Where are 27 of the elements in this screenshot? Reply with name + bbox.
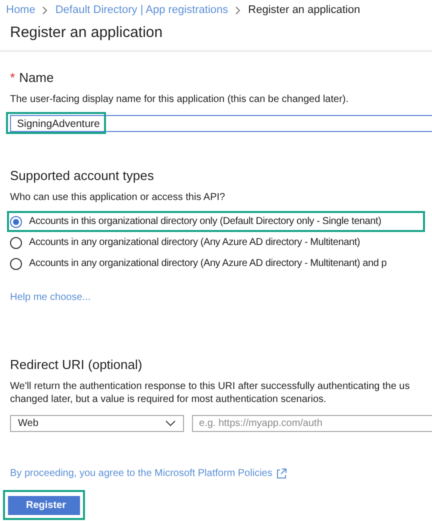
chevron-down-icon [165, 420, 176, 427]
breadcrumb-link[interactable]: Home [6, 4, 36, 16]
name-input-field[interactable]: SigningAdventure [10, 115, 432, 132]
field-description: The user-facing display name for this application (this can be changed later). [10, 94, 350, 105]
redirect-uri-field[interactable]: e.g. https://myapp.com/auth [192, 415, 432, 432]
policy-link[interactable]: By proceeding, you agree to the Microsoft Platform Policies [10, 468, 272, 479]
section-heading: Supported account types [10, 168, 155, 183]
external-link-icon [276, 468, 288, 479]
required-mark: * [10, 70, 16, 85]
breadcrumb-link[interactable]: Default Directory | App registrations [55, 4, 228, 16]
platform-dropdown[interactable]: Web [10, 415, 184, 432]
field-description: We'll return the authentication response to this URI after successfully authenticating the us changed later, but a value is required for most authentication scenarios. [10, 380, 411, 406]
section-heading: Redirect URI (optional) [10, 357, 144, 372]
chevron-icon [42, 6, 48, 14]
radio-label: Accounts in this organizational directory only (Default Directory only - Single tenant) [29, 216, 382, 227]
help-link[interactable]: Help me choose... [10, 292, 91, 303]
radio-label: Accounts in any organizational directory (Any Azure AD directory - Multitenant) [29, 237, 360, 248]
section-heading: Name [19, 70, 54, 85]
chevron-icon [235, 6, 242, 14]
radio-label: Accounts in any organizational directory (Any Azure AD directory - Multitenant) and p [29, 258, 387, 269]
radio-button[interactable] [10, 216, 22, 228]
register-button[interactable]: Register [8, 496, 80, 515]
question-text: Who can use this application or access this API? [10, 192, 226, 203]
page-title: Register an application [10, 24, 163, 41]
radio-button[interactable] [10, 236, 22, 248]
radio-button[interactable] [10, 258, 22, 270]
breadcrumb-current: Register an application [248, 4, 360, 16]
